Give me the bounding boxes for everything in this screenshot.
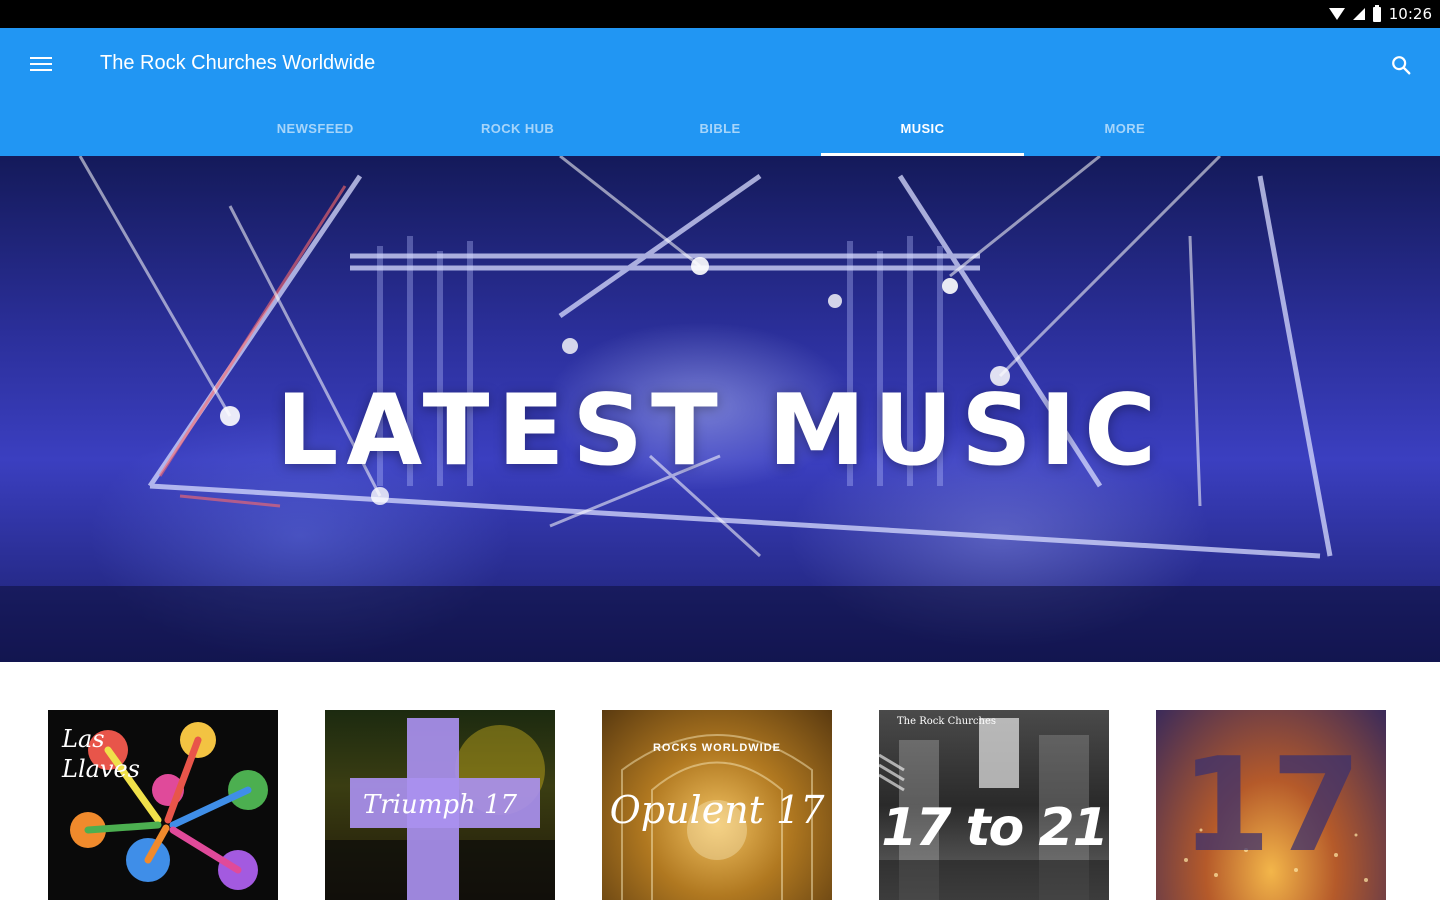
tab-newsfeed[interactable]: NEWSFEED	[214, 104, 416, 156]
hero-banner[interactable]: LATEST MUSIC	[0, 156, 1440, 662]
status-icons: 10:26	[1328, 4, 1432, 23]
album-header: ROCKS WORLDWIDE	[652, 742, 782, 754]
album-card[interactable]: 17	[1156, 710, 1386, 900]
battery-icon	[1372, 4, 1381, 22]
tab-rock-hub[interactable]: ROCK HUB	[416, 104, 618, 156]
status-bar: 10:26	[0, 0, 1440, 28]
album-card[interactable]: Triumph 17	[325, 710, 555, 900]
album-title: 17	[1180, 729, 1362, 881]
album-list: Las Llaves Triumph 17 ROCKS WORLDWIDE Op…	[48, 710, 1388, 900]
menu-icon[interactable]	[30, 55, 52, 73]
album-header: The Rock Churches	[897, 716, 996, 727]
app-bar: The Rock Churches Worldwide NEWSFEED ROC…	[0, 28, 1440, 156]
album-title: Las Llaves	[62, 725, 140, 783]
tab-bible[interactable]: BIBLE	[619, 104, 821, 156]
album-title: Opulent 17	[609, 788, 825, 832]
album-card[interactable]: The Rock Churches 17 to 21	[879, 710, 1109, 900]
tab-music[interactable]: MUSIC	[821, 104, 1025, 156]
album-title: 17 to 21	[881, 798, 1109, 858]
status-time: 10:26	[1388, 5, 1432, 23]
wifi-icon	[1328, 8, 1345, 20]
tab-bar: NEWSFEED ROCK HUB BIBLE MUSIC MORE	[214, 104, 1226, 156]
search-icon[interactable]	[1390, 54, 1412, 76]
app-title: The Rock Churches Worldwide	[100, 52, 376, 74]
album-card[interactable]: ROCKS WORLDWIDE Opulent 17	[602, 710, 832, 900]
album-title: Triumph 17	[362, 790, 518, 820]
hero-title: LATEST MUSIC	[275, 374, 1165, 488]
signal-icon	[1352, 8, 1365, 20]
album-card[interactable]: Las Llaves	[48, 710, 278, 900]
tab-more[interactable]: MORE	[1024, 104, 1226, 156]
